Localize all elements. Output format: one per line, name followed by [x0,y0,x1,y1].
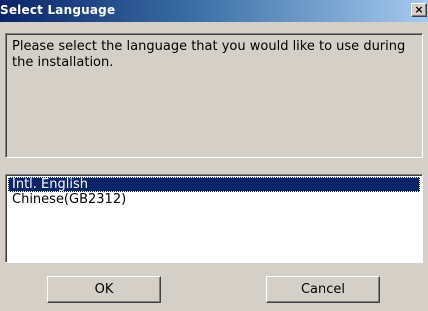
select-language-dialog: Select Language × Please select the lang… [0,0,428,311]
instruction-text: Please select the language that you woul… [12,39,406,70]
window-title: Select Language [0,3,116,17]
language-option-intl-english[interactable]: Intl. English [8,177,420,192]
close-icon: × [414,3,424,16]
close-button[interactable]: × [411,3,427,17]
ok-button[interactable]: OK [47,276,161,303]
language-option-chinese[interactable]: Chinese(GB2312) [8,192,420,207]
language-list[interactable]: Intl. English Chinese(GB2312) [5,174,423,263]
message-panel: Please select the language that you woul… [5,33,423,158]
title-bar[interactable]: Select Language × [0,0,428,22]
cancel-button[interactable]: Cancel [266,276,380,303]
